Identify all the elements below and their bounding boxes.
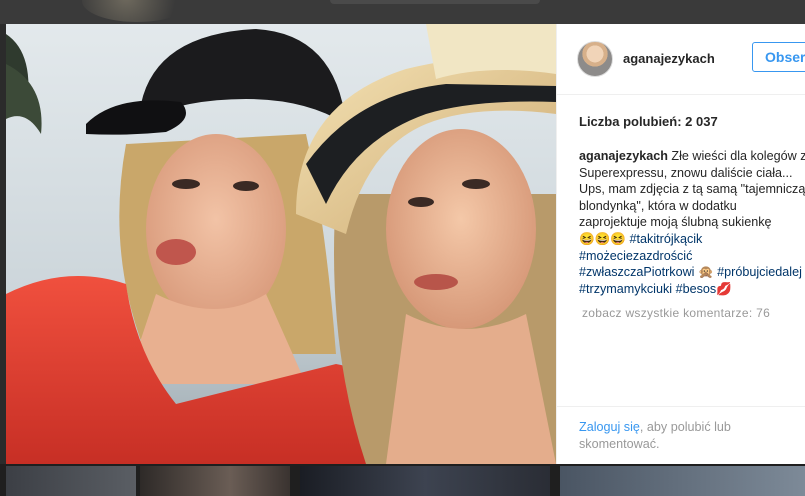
hashtag-link[interactable]: #możeciezazdrościć bbox=[579, 249, 692, 263]
caption-line: Ups, mam zdjęcia z tą samą "tajemniczą bbox=[579, 182, 805, 197]
post-caption: aganajezykach Złe wieści dla kolegów z S… bbox=[579, 148, 805, 297]
caption-line: Superexpressu, znowu daliście ciała... bbox=[579, 165, 793, 180]
caption-line: zaprojektuje moją ślubną sukienkę bbox=[579, 215, 772, 230]
caption-line: aganajezykach Złe wieści dla kolegów z bbox=[579, 148, 805, 165]
background-text bbox=[330, 0, 540, 4]
emoji: 😆😆😆 bbox=[579, 231, 627, 246]
caption-line: #możeciezazdrościć bbox=[579, 248, 805, 265]
background-thumbnail[interactable] bbox=[560, 466, 805, 496]
hashtag-link[interactable]: #próbujciedalej bbox=[717, 265, 802, 279]
login-prompt: Zaloguj się, aby polubić lub skomentować… bbox=[579, 419, 779, 453]
caption-line: #zwłaszczaPiotrkowi 🙊 #próbujciedalej bbox=[579, 264, 805, 281]
emoji: 💋 bbox=[716, 281, 732, 296]
emoji: 🙊 bbox=[697, 265, 714, 280]
post-photo bbox=[6, 24, 556, 464]
background-thumbnail[interactable] bbox=[300, 466, 550, 496]
post-username[interactable]: aganajezykach bbox=[623, 51, 715, 66]
background-avatar bbox=[82, 0, 192, 22]
background-thumbnail[interactable] bbox=[6, 466, 136, 496]
hashtag-link[interactable]: #trzymamykciuki bbox=[579, 282, 672, 296]
caption-text: Złe wieści dla kolegów z bbox=[667, 149, 805, 163]
hashtag-link[interactable]: #zwłaszczaPiotrkowi bbox=[579, 265, 694, 279]
background-thumbnail[interactable] bbox=[140, 466, 290, 496]
follow-button[interactable]: Obserwuj bbox=[752, 42, 805, 72]
caption-line: #trzymamykciuki #besos💋 bbox=[579, 281, 805, 298]
hashtag-link[interactable]: #besos bbox=[676, 282, 717, 296]
likes-count[interactable]: Liczba polubień: 2 037 bbox=[579, 114, 718, 129]
login-link[interactable]: Zaloguj się bbox=[579, 420, 640, 434]
post-header: aganajezykach Obserwuj bbox=[557, 24, 805, 95]
user-avatar[interactable] bbox=[577, 41, 613, 77]
hashtag-link[interactable]: #takitrójkącik bbox=[630, 232, 703, 246]
view-all-comments-link[interactable]: zobacz wszystkie komentarze: 76 bbox=[582, 306, 770, 320]
caption-username[interactable]: aganajezykach bbox=[579, 149, 668, 163]
photo-illustration bbox=[6, 24, 556, 464]
post-details-panel: aganajezykach Obserwuj Liczba polubień: … bbox=[556, 24, 805, 464]
background-page-top bbox=[0, 0, 805, 24]
post-modal: aganajezykach Obserwuj Liczba polubień: … bbox=[6, 24, 805, 464]
post-footer: Zaloguj się, aby polubić lub skomentować… bbox=[557, 406, 805, 464]
caption-line: 😆😆😆 #takitrójkącik bbox=[579, 231, 805, 248]
caption-line: blondynką", która w dodatku bbox=[579, 198, 737, 213]
background-thumbnails bbox=[0, 464, 805, 496]
